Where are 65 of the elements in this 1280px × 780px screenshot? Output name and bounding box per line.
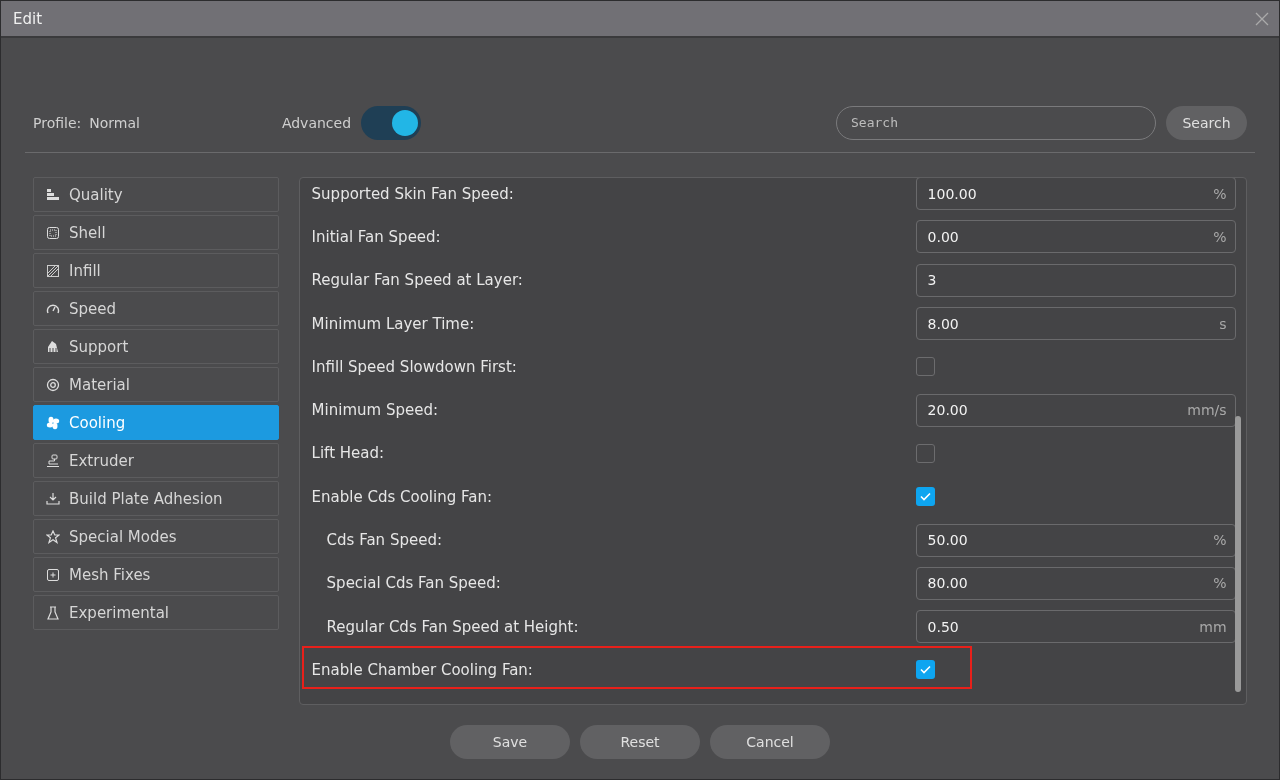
number-field[interactable]: 0.00 % xyxy=(915,220,1236,254)
unit-label: mm xyxy=(1199,618,1227,635)
star-icon xyxy=(46,529,60,544)
window-title: Edit xyxy=(13,9,43,28)
sidebar-item[interactable]: Support xyxy=(33,329,279,364)
setting-label: Initial Fan Speed: xyxy=(311,227,442,246)
checkbox[interactable] xyxy=(915,660,935,680)
fan-icon xyxy=(46,415,60,430)
sidebar-item[interactable]: Quality xyxy=(33,177,279,212)
setting-label: Supported Skin Fan Speed: xyxy=(311,184,515,203)
scrollbar-thumb[interactable] xyxy=(1235,416,1241,692)
bars-icon xyxy=(46,187,60,202)
number-field[interactable]: 3 xyxy=(915,263,1236,297)
advanced-toggle[interactable] xyxy=(361,105,422,140)
setting-label: Minimum Layer Time: xyxy=(311,314,476,333)
nozzle-icon xyxy=(46,453,60,468)
setting-label: Enable Chamber Cooling Fan: xyxy=(311,660,534,679)
number-field[interactable]: 8.00 s xyxy=(915,307,1236,341)
setting-label: Regular Cds Fan Speed at Height: xyxy=(325,617,580,636)
checkbox[interactable] xyxy=(915,357,935,377)
sidebar-item[interactable]: Experimental xyxy=(33,595,279,630)
sidebar-item[interactable]: Speed xyxy=(33,291,279,326)
dialog-button[interactable]: Cancel xyxy=(710,725,830,759)
flask-icon xyxy=(46,605,60,620)
search-field[interactable]: Search xyxy=(836,105,1156,140)
sidebar-item[interactable]: Extruder xyxy=(33,443,279,478)
sidebar-item[interactable]: Material xyxy=(33,367,279,402)
search-button[interactable]: Search xyxy=(1166,105,1247,140)
sidebar-item[interactable]: Build Plate Adhesion xyxy=(33,481,279,516)
unit-label: % xyxy=(1213,228,1227,245)
profile-label: Profile: xyxy=(33,114,82,131)
checkbox[interactable] xyxy=(915,487,935,507)
advanced-label: Advanced xyxy=(281,114,352,131)
unit-label: s xyxy=(1219,315,1227,332)
sidebar-item[interactable]: Shell xyxy=(33,215,279,250)
sidebar-item[interactable]: Infill xyxy=(33,253,279,288)
square-icon xyxy=(46,225,60,240)
checkbox[interactable] xyxy=(915,443,935,463)
setting-label: Enable Cds Cooling Fan: xyxy=(311,487,493,506)
profile-value: Normal xyxy=(89,114,140,131)
spool-icon xyxy=(46,377,60,392)
setting-label: Minimum Speed: xyxy=(311,401,439,420)
check-icon xyxy=(919,492,931,502)
download-icon xyxy=(46,491,60,506)
dialog-button[interactable]: Reset xyxy=(580,725,700,759)
plus-square-icon xyxy=(46,567,60,582)
hatch-icon xyxy=(46,263,60,278)
setting-label: Cds Fan Speed: xyxy=(325,531,443,549)
dialog-button[interactable]: Save xyxy=(450,725,570,759)
sidebar-item[interactable]: Cooling xyxy=(33,405,279,440)
check-icon xyxy=(919,665,931,675)
unit-label: % xyxy=(1213,532,1227,548)
number-field[interactable]: 100.00 % xyxy=(915,178,1236,211)
support-icon xyxy=(46,339,60,354)
setting-label: Special Cds Fan Speed: xyxy=(325,574,502,593)
sidebar-item[interactable]: Special Modes xyxy=(33,519,279,554)
unit-label: mm/s xyxy=(1187,402,1227,419)
unit-label: % xyxy=(1213,185,1227,202)
setting-label: Lift Head: xyxy=(311,444,386,463)
unit-label: % xyxy=(1213,575,1227,592)
setting-label: Regular Fan Speed at Layer: xyxy=(311,271,524,290)
sidebar-item[interactable]: Mesh Fixes xyxy=(33,557,279,592)
close-icon[interactable] xyxy=(1255,11,1269,26)
number-field[interactable]: 20.00 mm/s xyxy=(915,393,1236,427)
setting-label: Infill Speed Slowdown First: xyxy=(311,357,518,376)
